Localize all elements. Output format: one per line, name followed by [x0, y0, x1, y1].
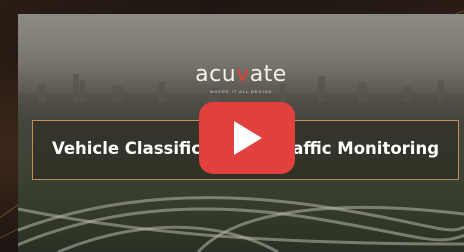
brand-tagline: WHERE IT ALL BEGINS	[209, 89, 273, 94]
brand-logo: acuvate	[195, 62, 287, 87]
play-button[interactable]	[199, 102, 295, 174]
highway-interchange	[18, 196, 464, 252]
logo-accent-letter: v	[236, 62, 250, 87]
video-embed-frame: acuvate WHERE IT ALL BEGINS Vehicle Clas…	[0, 0, 464, 252]
play-icon	[234, 121, 262, 155]
